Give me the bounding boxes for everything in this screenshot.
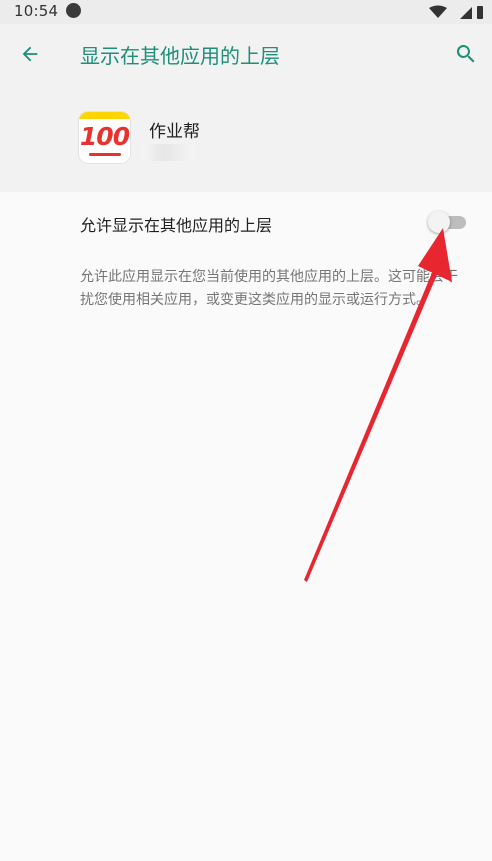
app-icon-underline — [89, 153, 121, 156]
notification-dot-icon — [66, 3, 81, 18]
status-icons — [429, 5, 483, 19]
app-header: 显示在其他应用的上层 100 作业帮 — [0, 24, 492, 192]
search-button[interactable] — [450, 38, 482, 70]
toggle-thumb — [428, 211, 450, 233]
app-icon-band — [79, 112, 130, 119]
battery-icon — [477, 6, 483, 19]
app-icon-number: 100 — [79, 122, 130, 151]
arrow-back-icon — [22, 46, 38, 62]
app-version-redacted — [143, 144, 193, 161]
wifi-icon — [429, 5, 447, 18]
back-button[interactable] — [14, 38, 46, 70]
overlay-permission-row[interactable]: 允许显示在其他应用的上层 — [0, 192, 492, 252]
page-title: 显示在其他应用的上层 — [80, 44, 280, 68]
overlay-permission-label: 允许显示在其他应用的上层 — [80, 216, 273, 235]
annotation-arrow-shaft — [304, 268, 439, 582]
app-icon: 100 — [78, 111, 131, 164]
overlay-permission-description: 允许此应用显示在您当前使用的其他应用的上层。这可能会干扰您使用相关应用，或变更这… — [80, 269, 458, 308]
signal-icon — [460, 7, 472, 19]
app-name: 作业帮 — [149, 122, 200, 142]
overlay-permission-toggle[interactable] — [428, 210, 468, 234]
search-icon — [456, 45, 475, 63]
status-time: 10:54 — [14, 2, 59, 20]
status-bar: 10:54 — [0, 0, 492, 24]
